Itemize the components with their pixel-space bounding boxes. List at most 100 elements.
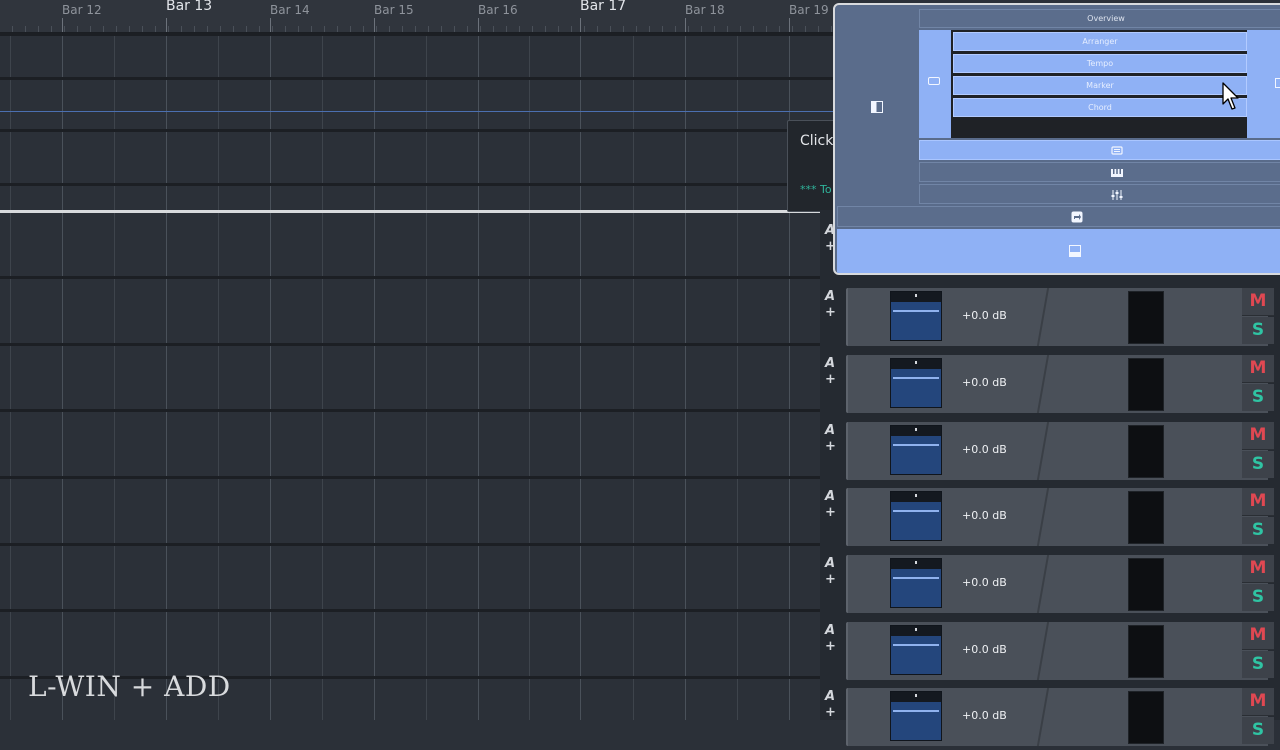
track-panel[interactable]: +0.0 dB M S xyxy=(846,288,1268,346)
global-track-chord[interactable]: Chord xyxy=(953,98,1247,117)
ruler-label-bar-19: Bar 19 xyxy=(789,3,829,17)
mute-button[interactable]: M xyxy=(1242,422,1274,450)
mute-button[interactable]: M xyxy=(1242,288,1274,316)
lane-separator xyxy=(0,476,840,479)
instrument-thumbnail[interactable] xyxy=(890,491,942,541)
project-zone-left-toggle[interactable] xyxy=(919,30,951,138)
lane-separator xyxy=(0,609,840,612)
track-header-column: A + A + +0.0 dB M S A + +0.0 dB M S A + … xyxy=(820,210,1280,720)
instrument-thumbnail[interactable] xyxy=(890,358,942,408)
arrangement-area[interactable]: Click *** To xyxy=(0,33,840,720)
gridline xyxy=(633,33,634,720)
solo-button[interactable]: S xyxy=(1242,451,1274,478)
add-button[interactable]: + xyxy=(825,639,836,654)
instrument-thumbnail[interactable] xyxy=(890,558,942,608)
track-panel[interactable]: +0.0 dB M S xyxy=(846,422,1268,480)
global-track-tempo[interactable]: Tempo xyxy=(953,54,1247,73)
transport-toggle[interactable] xyxy=(837,206,1280,227)
track-panel[interactable]: +0.0 dB M S xyxy=(846,555,1268,613)
gridline xyxy=(426,33,427,720)
solo-button[interactable]: S xyxy=(1242,317,1274,344)
automation-button[interactable]: A xyxy=(825,289,835,304)
solo-button[interactable]: S xyxy=(1242,651,1274,678)
panel-selector-widget: Overview Arranger Tempo Marker Chord xyxy=(833,3,1280,275)
instrument-thumbnail[interactable] xyxy=(890,625,942,675)
track-panel[interactable]: +0.0 dB M S xyxy=(846,355,1268,413)
add-button[interactable]: + xyxy=(825,305,836,320)
ruler-label-bar-15: Bar 15 xyxy=(374,3,414,17)
gain-value[interactable]: +0.0 dB xyxy=(962,643,1007,656)
track-header[interactable]: A + +0.0 dB M S xyxy=(820,284,1280,350)
gain-value[interactable]: +0.0 dB xyxy=(962,576,1007,589)
solo-button[interactable]: S xyxy=(1242,517,1274,544)
track-header[interactable]: A + +0.0 dB M S xyxy=(820,418,1280,484)
project-zone-right-toggle[interactable] xyxy=(1247,30,1280,138)
transport-icon xyxy=(1071,211,1083,223)
track-panel[interactable]: +0.0 dB M S xyxy=(846,622,1268,680)
add-button[interactable]: + xyxy=(825,505,836,520)
mute-button[interactable]: M xyxy=(1242,555,1274,583)
mute-button[interactable]: M xyxy=(1242,488,1274,516)
automation-button[interactable]: A xyxy=(825,489,835,504)
instrument-thumbnail[interactable] xyxy=(890,291,942,341)
gridline xyxy=(218,33,219,720)
instrument-thumbnail[interactable] xyxy=(890,425,942,475)
solo-button[interactable]: S xyxy=(1242,384,1274,411)
lower-zone-mixer-toggle[interactable] xyxy=(919,184,1280,204)
ruler-label-bar-16: Bar 16 xyxy=(478,3,518,17)
mute-button[interactable]: M xyxy=(1242,355,1274,383)
automation-button[interactable]: A xyxy=(825,556,835,571)
piano-keys-icon xyxy=(1110,168,1124,178)
global-track-arranger[interactable]: Arranger xyxy=(953,32,1247,51)
gain-value[interactable]: +0.0 dB xyxy=(962,443,1007,456)
track-panel[interactable]: +0.0 dB M S xyxy=(846,688,1268,746)
add-button[interactable]: + xyxy=(825,705,836,720)
gridline xyxy=(114,33,115,720)
bar-tick xyxy=(270,18,271,32)
left-zone-toggle[interactable] xyxy=(837,7,919,205)
track-header[interactable]: A + +0.0 dB M S xyxy=(820,484,1280,550)
gridline xyxy=(322,33,323,720)
lane-separator xyxy=(0,276,840,279)
lane-separator xyxy=(0,343,840,346)
popup-subtitle: *** To xyxy=(800,183,832,196)
automation-button[interactable]: A xyxy=(825,423,835,438)
automation-button[interactable]: A xyxy=(825,623,835,638)
ruler-label-bar-12: Bar 12 xyxy=(62,3,102,17)
gridline xyxy=(580,33,581,720)
automation-button[interactable]: A xyxy=(825,689,835,704)
mouse-cursor-icon xyxy=(1222,82,1244,112)
timeline-ruler[interactable]: Bar 12 Bar 13 Bar 14 Bar 15 Bar 16 Bar 1… xyxy=(0,0,840,33)
gain-value[interactable]: +0.0 dB xyxy=(962,309,1007,322)
editor-icon xyxy=(1110,146,1124,156)
gridline xyxy=(10,33,11,720)
add-button[interactable]: + xyxy=(825,439,836,454)
global-track-divider[interactable] xyxy=(0,210,840,213)
add-button[interactable]: + xyxy=(825,572,836,587)
left-panel-icon xyxy=(928,77,940,85)
gain-value[interactable]: +0.0 dB xyxy=(962,709,1007,722)
lower-zone-keyboard-toggle[interactable] xyxy=(919,162,1280,182)
track-panel[interactable]: +0.0 dB M S xyxy=(846,488,1268,546)
track-header[interactable]: A + +0.0 dB M S xyxy=(820,618,1280,684)
level-meter xyxy=(1128,491,1164,544)
mute-button[interactable]: M xyxy=(1242,622,1274,650)
track-header[interactable]: A + +0.0 dB M S xyxy=(820,351,1280,417)
gain-value[interactable]: +0.0 dB xyxy=(962,509,1007,522)
mute-button[interactable]: M xyxy=(1242,688,1274,716)
bar-tick xyxy=(580,18,581,32)
gain-value[interactable]: +0.0 dB xyxy=(962,376,1007,389)
solo-button[interactable]: S xyxy=(1242,717,1274,744)
gridline xyxy=(478,33,479,720)
lower-zone-editor-toggle[interactable] xyxy=(919,140,1280,160)
lane-separator xyxy=(0,33,840,36)
overview-toggle[interactable]: Overview xyxy=(919,9,1280,28)
track-header[interactable]: A + +0.0 dB M S xyxy=(820,684,1280,750)
lower-zone-toggle[interactable] xyxy=(837,229,1280,273)
solo-button[interactable]: S xyxy=(1242,584,1274,611)
track-header[interactable]: A + +0.0 dB M S xyxy=(820,551,1280,617)
automation-button[interactable]: A xyxy=(825,356,835,371)
instrument-thumbnail[interactable] xyxy=(890,691,942,741)
add-button[interactable]: + xyxy=(825,372,836,387)
global-track-marker[interactable]: Marker xyxy=(953,76,1247,95)
